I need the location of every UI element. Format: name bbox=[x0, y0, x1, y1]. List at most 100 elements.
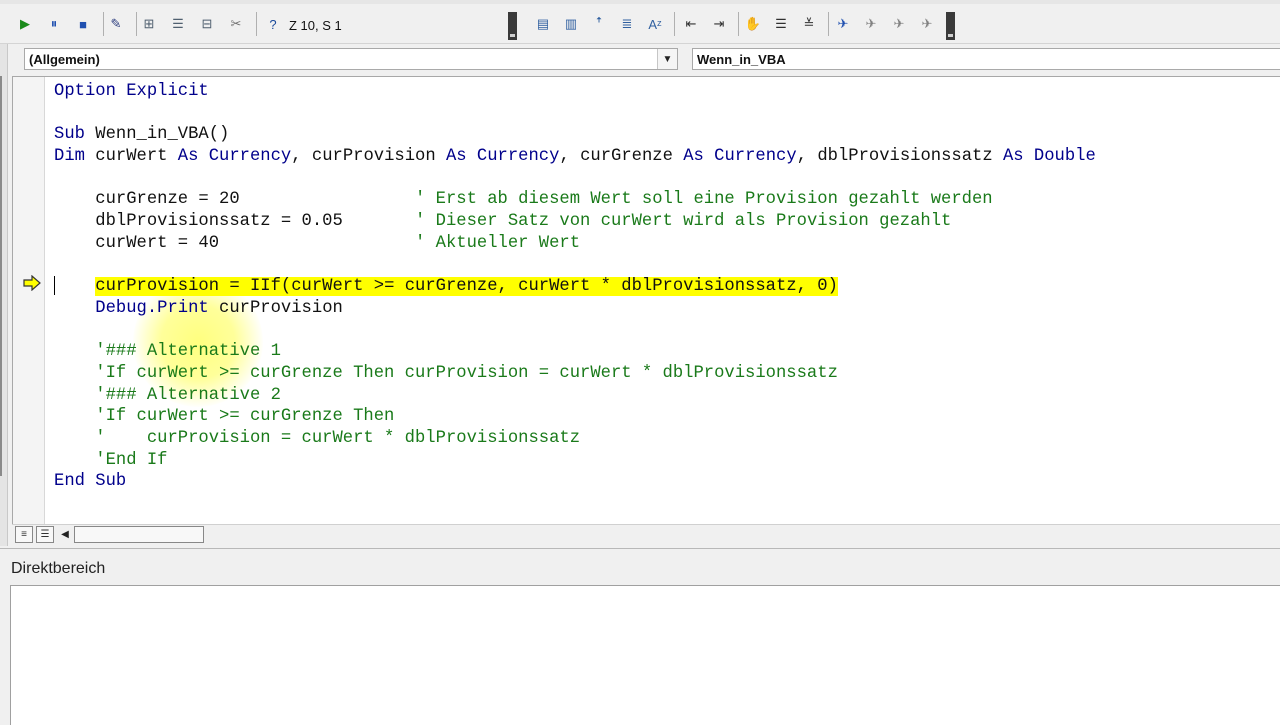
toolbar-grip[interactable] bbox=[508, 12, 517, 40]
text-caret bbox=[54, 276, 55, 295]
rail-mark bbox=[0, 76, 5, 476]
module-window: (Allgemein) ▼ Wenn_in_VBA Option Explici… bbox=[0, 44, 1280, 546]
code-line-current[interactable]: curProvision = IIf(curWert >= curGrenze,… bbox=[54, 276, 1096, 298]
code-token: Wenn_in_VBA() bbox=[95, 125, 230, 145]
uncomment-block-icon[interactable]: ≚ bbox=[798, 13, 820, 35]
code-token: curProvision bbox=[208, 298, 343, 318]
code-keyword: Dim bbox=[54, 147, 96, 167]
object-dropdown-value: (Allgemein) bbox=[29, 51, 100, 67]
outdent-icon[interactable]: ⇤ bbox=[680, 13, 702, 35]
toolbar-separator bbox=[738, 12, 739, 36]
code-line[interactable]: curWert = 40 ' Aktueller Wert bbox=[54, 233, 1096, 255]
code-comment: '### Alternative 1 bbox=[54, 342, 281, 362]
immediate-window: Direktbereich bbox=[0, 548, 1280, 725]
code-keyword: End Sub bbox=[54, 472, 127, 492]
code-comment: ' Erst ab diesem Wert soll eine Provisio… bbox=[415, 190, 993, 210]
code-line[interactable] bbox=[54, 103, 1096, 125]
list-properties-icon[interactable]: ▤ bbox=[532, 13, 554, 35]
toolbar-separator bbox=[256, 12, 257, 36]
immediate-window-title: Direktbereich bbox=[11, 560, 106, 577]
code-keyword: As Currency bbox=[445, 147, 560, 167]
object-browser-icon[interactable]: ⊟ bbox=[196, 13, 218, 35]
indent-icon[interactable]: ⇥ bbox=[708, 13, 730, 35]
pause-icon[interactable]: ⏸ bbox=[43, 13, 65, 35]
code-token: curGrenze = 20 bbox=[54, 190, 415, 210]
scroll-left-icon[interactable]: ◀ bbox=[57, 526, 73, 543]
code-line[interactable] bbox=[54, 255, 1096, 277]
code-line[interactable]: 'If curWert >= curGrenze Then bbox=[54, 406, 1096, 428]
vbe-toolbar: Z 10, S 1 ▶ ⏸ ■ ✎ ⊞ ☰ ⊟ ✂? ▤ ▥ ꜛ ≣ Aᶻ ⇤ ⇥ ✋ ☰ ≚ ✈ ✈ ✈ ✈ bbox=[0, 0, 1280, 44]
code-comment: ' curProvision = curWert * dblProvisions… bbox=[54, 429, 581, 448]
immediate-window-input[interactable] bbox=[10, 585, 1280, 725]
complete-word-icon[interactable]: Aᶻ bbox=[644, 13, 666, 35]
left-rail bbox=[0, 44, 8, 546]
clear-bookmarks-icon[interactable]: ✈ bbox=[916, 13, 938, 35]
procedure-dropdown-value: Wenn_in_VBA bbox=[697, 51, 786, 67]
object-dropdown[interactable]: (Allgemein) ▼ bbox=[24, 48, 678, 70]
code-token: curWert bbox=[95, 147, 178, 167]
code-comment: 'End If bbox=[54, 450, 168, 470]
parameter-info-icon[interactable]: ≣ bbox=[616, 13, 638, 35]
code-line[interactable]: '### Alternative 2 bbox=[54, 385, 1096, 407]
code-line[interactable]: Debug.Print curProvision bbox=[54, 298, 1096, 320]
code-line[interactable]: '### Alternative 1 bbox=[54, 341, 1096, 363]
code-token: , curGrenze bbox=[559, 147, 684, 167]
chevron-down-icon[interactable]: ▼ bbox=[657, 49, 677, 69]
design-mode-icon[interactable]: ✎ bbox=[105, 13, 127, 35]
previous-bookmark-icon[interactable]: ✈ bbox=[888, 13, 910, 35]
code-token: dblProvisionssatz = 0.05 bbox=[54, 212, 415, 232]
code-keyword: As Currency bbox=[683, 147, 797, 167]
comment-block-icon[interactable]: ☰ bbox=[770, 13, 792, 35]
code-keyword: As Currency bbox=[177, 147, 292, 167]
code-token: , curProvision bbox=[291, 147, 446, 167]
code-text[interactable]: Option Explicit Sub Wenn_in_VBA() Dim cur… bbox=[54, 81, 1096, 493]
code-line[interactable]: Dim curWert As Currency, curProvision As… bbox=[54, 146, 1096, 168]
toolbar-separator bbox=[828, 12, 829, 36]
list-constants-icon[interactable]: ▥ bbox=[560, 13, 582, 35]
code-line[interactable]: curGrenze = 20 ' Erst ab diesem Wert sol… bbox=[54, 189, 1096, 211]
horizontal-scrollbar[interactable]: ≡ ☰ ◀ bbox=[12, 524, 1280, 544]
toolbar-grip-2[interactable] bbox=[946, 12, 955, 40]
cursor-position-indicator: Z 10, S 1 bbox=[289, 17, 342, 33]
scroll-thumb[interactable] bbox=[74, 526, 204, 543]
toolbar-separator bbox=[103, 12, 104, 36]
code-comment: '### Alternative 2 bbox=[54, 385, 281, 405]
full-module-view-icon[interactable]: ☰ bbox=[36, 526, 54, 543]
breakpoint-margin[interactable] bbox=[13, 77, 45, 525]
code-line[interactable]: ' curProvision = curWert * dblProvisions… bbox=[54, 428, 1096, 450]
code-token: , dblProvisionssatz bbox=[796, 147, 1003, 167]
code-line[interactable] bbox=[54, 320, 1096, 342]
code-comment: ' Dieser Satz von curWert wird als Provi… bbox=[415, 212, 952, 232]
code-token: curWert = 40 bbox=[54, 233, 415, 253]
code-line[interactable]: 'If curWert >= curGrenze Then curProvisi… bbox=[54, 363, 1096, 385]
procedure-view-icon[interactable]: ≡ bbox=[15, 526, 33, 543]
toggle-bookmark-icon[interactable]: ✈ bbox=[832, 13, 854, 35]
help-icon[interactable]: ? bbox=[262, 13, 284, 35]
code-line[interactable]: Option Explicit bbox=[54, 81, 1096, 103]
code-keyword: Option Explicit bbox=[54, 82, 209, 101]
toggle-breakpoint-icon[interactable]: ✋ bbox=[742, 13, 764, 35]
code-line[interactable]: dblProvisionssatz = 0.05 ' Dieser Satz v… bbox=[54, 211, 1096, 233]
next-bookmark-icon[interactable]: ✈ bbox=[860, 13, 882, 35]
code-line[interactable]: End Sub bbox=[54, 471, 1096, 493]
code-keyword: As Double bbox=[1002, 147, 1096, 167]
code-line[interactable]: 'End If bbox=[54, 450, 1096, 472]
code-comment: 'If curWert >= curGrenze Then curProvisi… bbox=[54, 363, 838, 383]
toolbox-icon[interactable]: ✂ bbox=[225, 13, 247, 35]
toolbar-separator bbox=[136, 12, 137, 36]
code-line[interactable] bbox=[54, 168, 1096, 190]
quick-info-icon[interactable]: ꜛ bbox=[588, 13, 610, 35]
procedure-dropdown[interactable]: Wenn_in_VBA bbox=[692, 48, 1280, 70]
code-line[interactable]: Sub Wenn_in_VBA() bbox=[54, 124, 1096, 146]
code-keyword: Debug.Print bbox=[95, 298, 209, 318]
code-comment: ' Aktueller Wert bbox=[415, 233, 581, 253]
reset-icon[interactable]: ■ bbox=[72, 13, 94, 35]
code-keyword: Sub bbox=[54, 125, 96, 145]
code-editor[interactable]: Option Explicit Sub Wenn_in_VBA() Dim cur… bbox=[12, 76, 1280, 525]
run-icon[interactable]: ▶ bbox=[14, 13, 36, 35]
project-explorer-icon[interactable]: ⊞ bbox=[138, 13, 160, 35]
toolbar-separator bbox=[674, 12, 675, 36]
properties-icon[interactable]: ☰ bbox=[167, 13, 189, 35]
